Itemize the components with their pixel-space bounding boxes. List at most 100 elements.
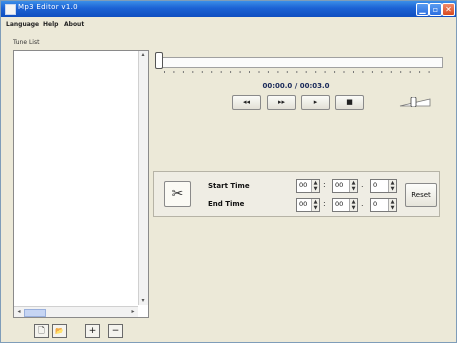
new-file-icon: 🗋 xyxy=(38,326,45,335)
seek-tick xyxy=(334,71,336,73)
remove-tune-button[interactable]: − xyxy=(108,324,123,338)
seek-tick xyxy=(173,71,175,73)
volume-slider[interactable] xyxy=(394,97,434,107)
seek-tick xyxy=(343,71,345,73)
seek-tick xyxy=(315,71,317,73)
end-colon: : xyxy=(323,199,326,208)
start-seconds-stepper[interactable]: 00 ▲ ▼ xyxy=(332,179,358,193)
seek-tick xyxy=(324,71,326,73)
app-icon xyxy=(5,4,16,15)
seek-tick xyxy=(220,71,222,73)
seek-tick xyxy=(353,71,354,73)
seek-tick xyxy=(362,71,364,73)
scroll-down-icon[interactable]: ▾ xyxy=(139,297,147,305)
seek-tick xyxy=(258,71,260,73)
start-tenths-value: 0 xyxy=(373,181,378,189)
add-tune-button[interactable]: + xyxy=(85,324,100,338)
seek-tick xyxy=(400,71,402,73)
seek-tick xyxy=(371,71,373,73)
seek-tick xyxy=(381,71,383,73)
seek-ticks xyxy=(164,71,430,73)
menu-help[interactable]: Help xyxy=(43,21,58,28)
seek-tick xyxy=(390,71,392,73)
play-icon: ▸ xyxy=(313,98,318,106)
start-time-label: Start Time xyxy=(208,182,250,190)
start-tenths-stepper[interactable]: 0 ▲ ▼ xyxy=(370,179,397,193)
rewind-icon: ◂◂ xyxy=(242,98,251,106)
seek-tick xyxy=(164,71,165,73)
menu-about[interactable]: About xyxy=(64,21,84,28)
down-arrow-icon[interactable]: ▼ xyxy=(312,186,319,192)
end-minutes-stepper[interactable]: 00 ▲ ▼ xyxy=(296,198,320,212)
plus-icon: + xyxy=(88,326,97,336)
seek-tick xyxy=(182,71,184,73)
fast-forward-icon: ▸▸ xyxy=(277,98,286,106)
play-button[interactable]: ▸ xyxy=(301,95,330,110)
close-button[interactable]: ✕ xyxy=(442,3,455,16)
horizontal-scrollbar[interactable]: ◂ ▸ xyxy=(14,306,138,317)
window-title: Mp3 Editor v1.0 xyxy=(18,3,78,11)
seek-tick xyxy=(277,71,279,73)
minimize-button[interactable]: ▁ xyxy=(416,3,429,16)
scroll-right-icon[interactable]: ▸ xyxy=(129,308,137,316)
stop-icon: ■ xyxy=(346,98,353,106)
end-minutes-value: 00 xyxy=(299,200,308,208)
rewind-button[interactable]: ◂◂ xyxy=(232,95,261,110)
end-seconds-value: 00 xyxy=(335,200,344,208)
start-seconds-value: 00 xyxy=(335,181,344,189)
seek-tick xyxy=(230,71,232,73)
down-arrow-icon[interactable]: ▼ xyxy=(389,186,396,192)
start-minutes-stepper[interactable]: 00 ▲ ▼ xyxy=(296,179,320,193)
down-arrow-icon[interactable]: ▼ xyxy=(350,186,357,192)
menu-language[interactable]: Language xyxy=(6,21,39,28)
start-dot: . xyxy=(361,180,364,189)
stop-button[interactable]: ■ xyxy=(335,95,364,110)
seek-tick xyxy=(192,71,194,73)
scroll-left-icon[interactable]: ◂ xyxy=(15,308,23,316)
seek-tick xyxy=(419,71,421,73)
end-tenths-value: 0 xyxy=(373,200,378,208)
end-time-label: End Time xyxy=(208,200,245,208)
end-tenths-stepper[interactable]: 0 ▲ ▼ xyxy=(370,198,397,212)
close-icon: ✕ xyxy=(445,5,452,14)
new-list-button[interactable]: 🗋 xyxy=(34,324,49,338)
seek-tick xyxy=(249,71,250,73)
tune-list[interactable]: ▴ ▾ ◂ ▸ xyxy=(13,50,149,318)
down-arrow-icon[interactable]: ▼ xyxy=(312,205,319,211)
open-folder-icon: 📂 xyxy=(55,327,64,335)
cut-button[interactable]: ✂ xyxy=(164,181,191,207)
horizontal-scroll-thumb[interactable] xyxy=(24,309,46,317)
seek-tick xyxy=(286,71,288,73)
title-bar[interactable]: Mp3 Editor v1.0 ▁ ▫ ✕ xyxy=(1,1,456,17)
down-arrow-icon[interactable]: ▼ xyxy=(389,205,396,211)
down-arrow-icon[interactable]: ▼ xyxy=(350,205,357,211)
seek-bar[interactable] xyxy=(161,57,443,68)
seek-thumb[interactable] xyxy=(155,52,163,69)
fast-forward-button[interactable]: ▸▸ xyxy=(267,95,296,110)
seek-tick xyxy=(305,71,307,73)
maximize-button[interactable]: ▫ xyxy=(429,3,442,16)
menu-bar: Language Help About xyxy=(1,19,456,31)
total-duration: 00:03.0 xyxy=(299,82,330,90)
seek-tick xyxy=(267,71,269,73)
seek-tick xyxy=(239,71,241,73)
seek-tick xyxy=(409,71,411,73)
minimize-icon: ▁ xyxy=(419,5,426,14)
seek-tick xyxy=(211,71,213,73)
seek-tick xyxy=(428,71,430,73)
open-folder-button[interactable]: 📂 xyxy=(52,324,67,338)
current-position: 00:00.0 xyxy=(262,82,293,90)
reset-button[interactable]: Reset xyxy=(405,183,437,207)
app-window: Mp3 Editor v1.0 ▁ ▫ ✕ Language Help Abou… xyxy=(0,0,457,343)
seek-tick xyxy=(296,71,298,73)
scissors-icon: ✂ xyxy=(171,186,184,202)
start-colon: : xyxy=(323,180,326,189)
seek-tick xyxy=(201,71,203,73)
minus-icon: − xyxy=(111,326,120,336)
vertical-scrollbar[interactable]: ▴ ▾ xyxy=(138,51,148,305)
volume-thumb[interactable] xyxy=(410,97,417,107)
end-dot: . xyxy=(361,199,364,208)
end-seconds-stepper[interactable]: 00 ▲ ▼ xyxy=(332,198,358,212)
time-separator: / xyxy=(294,82,298,90)
scroll-up-icon[interactable]: ▴ xyxy=(139,51,147,59)
